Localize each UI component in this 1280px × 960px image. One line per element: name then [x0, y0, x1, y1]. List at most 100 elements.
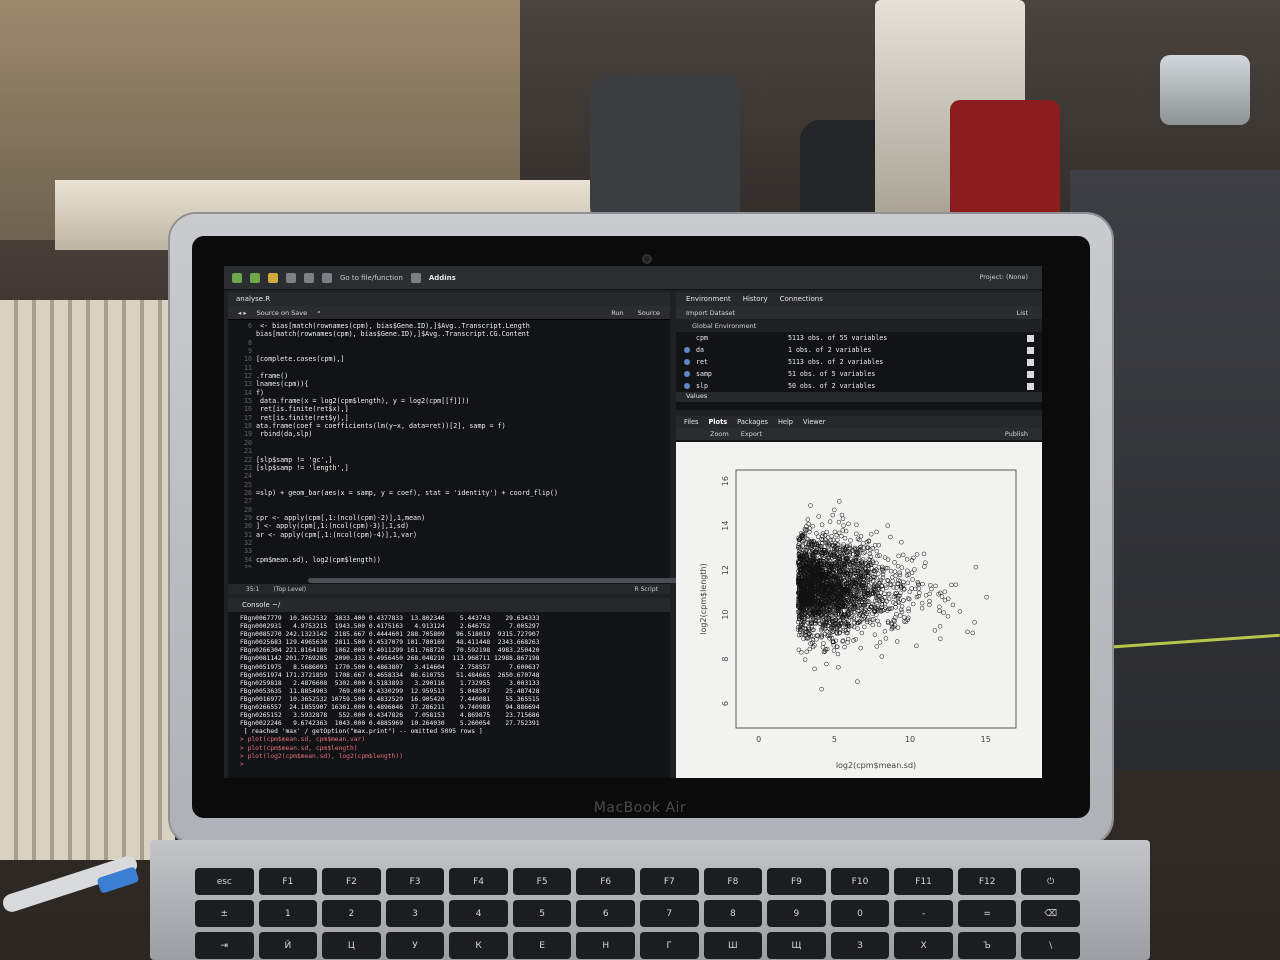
tab-connections[interactable]: Connections: [780, 295, 823, 303]
expand-icon[interactable]: [684, 383, 690, 389]
line-number: 30: [243, 522, 252, 531]
code-line[interactable]: 19 rbind(da,slp): [228, 430, 670, 438]
code-line[interactable]: 8: [228, 339, 670, 347]
console-title[interactable]: Console ~/: [242, 601, 280, 609]
save-all-icon[interactable]: [304, 272, 314, 283]
source-on-save-checkbox[interactable]: Source on Save: [257, 309, 308, 317]
keyboard-key: 0: [830, 900, 890, 927]
scatter-points: [795, 499, 989, 692]
import-dataset-button[interactable]: Import Dataset: [686, 309, 735, 317]
code-line[interactable]: 32: [228, 539, 670, 547]
line-number: 18: [243, 422, 252, 431]
tab-viewer[interactable]: Viewer: [803, 418, 825, 426]
code-line[interactable]: 6 <- bias[match(rownames(cpm), bias$Gene…: [228, 322, 670, 330]
expand-icon[interactable]: [684, 371, 690, 377]
code-line[interactable]: 15 data.frame(x = log2(cpm$length), y = …: [228, 397, 670, 405]
tab-files[interactable]: Files: [684, 418, 698, 426]
variable-value: 5113 obs. of 2 variables: [788, 358, 884, 366]
code-line[interactable]: 23 [slp$samp != 'length',]: [228, 464, 670, 472]
expand-icon[interactable]: [684, 359, 690, 365]
code-line[interactable]: 34 cpm$mean.sd), log2(cpm$length)): [228, 556, 670, 564]
code-line[interactable]: 25: [228, 481, 670, 489]
code-line[interactable]: 20: [228, 439, 670, 447]
code-line[interactable]: 17 ret[is.finite(ret$y),]: [228, 414, 670, 422]
print-icon[interactable]: [322, 272, 332, 283]
keyboard-key: F7: [640, 868, 699, 895]
code-line[interactable]: 10 [complete.cases(cpm),]: [228, 355, 670, 363]
export-button[interactable]: Export: [741, 430, 762, 438]
environment-row[interactable]: samp 51 obs. of 5 variables: [684, 368, 1042, 380]
keyboard-key: Г: [640, 932, 699, 959]
keyboard: esc F1 F2 F3 F4 F5 F6 F7 F8 F9 F10 F11 F12 ⏻ ±1 2 3 4 5 6 7 8…: [195, 868, 1080, 960]
code-line[interactable]: 12 .frame(): [228, 372, 670, 380]
code-line[interactable]: 24: [228, 472, 670, 480]
file-type[interactable]: R Script: [635, 586, 670, 593]
code-line[interactable]: 33: [228, 547, 670, 555]
environment-row[interactable]: ret 5113 obs. of 2 variables: [684, 356, 1042, 368]
view-table-icon[interactable]: [1027, 382, 1034, 390]
console-output[interactable]: FBgn0067779 10.3652532 3833.400 0.437783…: [228, 612, 670, 769]
code-line[interactable]: 29 cpr <- apply(cpm[,1:(ncol(cpm)-2)],1,m…: [228, 514, 670, 522]
code-line[interactable]: bias[match(rownames(cpm), bias$Gene.ID),…: [228, 330, 670, 338]
expand-icon[interactable]: [684, 335, 690, 341]
code-line[interactable]: 13 lnames(cpm)){: [228, 380, 670, 388]
back-arrow-icon[interactable]: ◂ ▸: [238, 309, 247, 317]
console-row: FBgn0085270 242.1323142 2185.667 0.44446…: [240, 631, 540, 639]
save-icon[interactable]: [286, 272, 296, 283]
source-button[interactable]: Source: [638, 309, 660, 317]
code-line[interactable]: 11: [228, 364, 670, 372]
keyboard-key: F2: [322, 868, 381, 895]
editor-toolbar: ◂ ▸ Source on Save ⌕ Run Source: [228, 306, 670, 320]
project-menu[interactable]: Project: (None): [979, 273, 1028, 281]
code-line[interactable]: 9: [228, 347, 670, 355]
new-project-icon[interactable]: [250, 272, 260, 283]
environment-row[interactable]: slp 50 obs. of 2 variables: [684, 380, 1042, 392]
environment-scope-menu[interactable]: Global Environment: [676, 319, 1042, 332]
code-line[interactable]: 27: [228, 497, 670, 505]
zoom-button[interactable]: Zoom: [710, 430, 729, 438]
code-line[interactable]: 21: [228, 447, 670, 455]
grid-icon[interactable]: [410, 272, 421, 283]
line-number: 21: [243, 447, 252, 456]
code-line[interactable]: 18 ata.frame(coef = coefficients(lm(y~x, …: [228, 422, 670, 430]
tab-history[interactable]: History: [743, 295, 768, 303]
search-icon[interactable]: ⌕: [317, 308, 321, 317]
code-line[interactable]: 31 ar <- apply(cpm[,1:(ncol(cpm)-4)],1,va…: [228, 531, 670, 539]
view-table-icon[interactable]: [1027, 370, 1034, 378]
new-file-icon[interactable]: [232, 272, 242, 283]
keyboard-key: F4: [449, 868, 508, 895]
console-row: FBgn0002931 4.9753215 1943.500 0.4175163…: [240, 623, 540, 631]
run-button[interactable]: Run: [611, 309, 623, 317]
view-table-icon[interactable]: [1027, 334, 1034, 342]
scope-level[interactable]: (Top Level): [273, 586, 306, 593]
go-to-file-input[interactable]: Go to file/function: [340, 274, 403, 282]
expand-icon[interactable]: [684, 347, 690, 353]
code-line[interactable]: 30] <- apply(cpm[,1:(ncol(cpm)-3)],1,sd): [228, 522, 670, 530]
environment-row[interactable]: da 1 obs. of 2 variables: [684, 344, 1042, 356]
list-view-menu[interactable]: List: [1017, 309, 1042, 317]
code-line[interactable]: 35: [228, 564, 670, 568]
code-editor[interactable]: 6 <- bias[match(rownames(cpm), bias$Gene…: [228, 320, 670, 568]
view-table-icon[interactable]: [1027, 346, 1034, 354]
tab-analyse-r[interactable]: analyse.R: [236, 295, 270, 303]
publish-button[interactable]: Publish: [1005, 430, 1042, 438]
code-line[interactable]: 22 [slp$samp != 'gc',]: [228, 456, 670, 464]
code-line[interactable]: 26 =slp) + geom_bar(aes(x = samp, y = coe…: [228, 489, 670, 497]
code-line[interactable]: 14 f): [228, 389, 670, 397]
x-tick-label: 15: [981, 735, 991, 744]
tab-packages[interactable]: Packages: [737, 418, 768, 426]
view-table-icon[interactable]: [1027, 358, 1034, 366]
tab-help[interactable]: Help: [778, 418, 793, 426]
variable-value: 51 obs. of 5 variables: [788, 370, 876, 378]
code-line[interactable]: 16 ret[is.finite(ret$x),]: [228, 405, 670, 413]
console-pane: Console ~/ FBgn0067779 10.3652532 3833.4…: [228, 598, 670, 778]
editor-horizontal-scrollbar[interactable]: [308, 578, 678, 583]
tab-environment[interactable]: Environment: [686, 295, 731, 303]
code-text: =slp) + geom_bar(aes(x = samp, y = coef)…: [256, 488, 558, 497]
tab-plots[interactable]: Plots: [708, 418, 727, 426]
environment-row[interactable]: cpm 5113 obs. of 55 variables: [684, 332, 1042, 344]
code-line[interactable]: 28: [228, 506, 670, 514]
open-folder-icon[interactable]: [268, 272, 278, 283]
addins-menu[interactable]: Addins: [429, 274, 456, 282]
line-number: 25: [243, 480, 252, 489]
